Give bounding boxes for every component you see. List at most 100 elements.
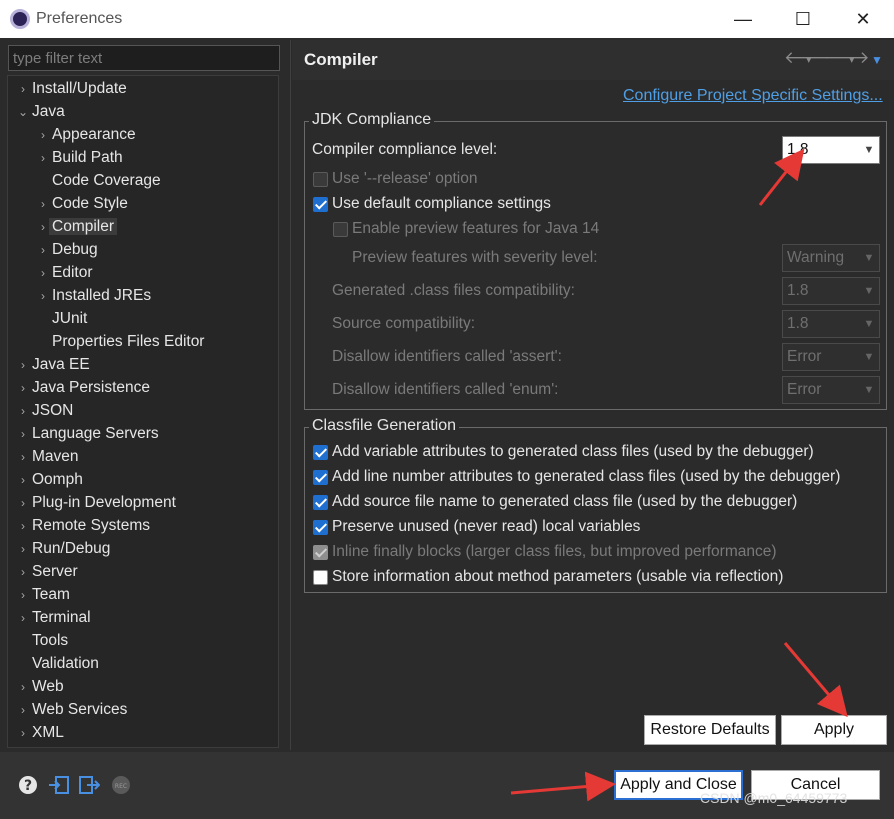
- collapsed-chevron-icon[interactable]: ›: [14, 423, 32, 446]
- tree-item-label: Editor: [52, 264, 93, 281]
- tree-item[interactable]: › Run/Debug: [14, 537, 110, 560]
- default-compliance-checkbox[interactable]: [313, 197, 328, 212]
- source-file-label: Add source file name to generated class …: [332, 493, 798, 510]
- back-history-dropdown-icon[interactable]: ▾: [806, 53, 812, 66]
- preferences-tree[interactable]: › Install/Update ⌄ Java › Appearance › Build Pa…: [7, 75, 279, 748]
- tree-item[interactable]: › Build Path: [34, 146, 123, 169]
- collapsed-chevron-icon[interactable]: ›: [14, 561, 32, 584]
- collapsed-chevron-icon[interactable]: ›: [14, 699, 32, 722]
- tree-item[interactable]: › Team: [14, 583, 70, 606]
- close-button[interactable]: ✕: [840, 6, 886, 32]
- collapsed-chevron-icon[interactable]: ›: [14, 584, 32, 607]
- generated-class-value: 1.8: [787, 282, 809, 299]
- split-divider[interactable]: [290, 40, 291, 750]
- collapsed-chevron-icon[interactable]: ›: [34, 193, 52, 216]
- collapsed-chevron-icon[interactable]: ›: [14, 607, 32, 630]
- collapsed-chevron-icon[interactable]: ›: [14, 469, 32, 492]
- line-number-checkbox[interactable]: [313, 470, 328, 485]
- source-file-checkbox[interactable]: [313, 495, 328, 510]
- tree-item[interactable]: Validation: [14, 652, 99, 675]
- collapsed-chevron-icon[interactable]: ›: [34, 285, 52, 308]
- preview-features-checkbox[interactable]: [333, 222, 348, 237]
- arrow-to-apply: [783, 642, 848, 718]
- tree-item[interactable]: › Maven: [14, 445, 79, 468]
- tree-item[interactable]: › Editor: [34, 261, 93, 284]
- collapsed-chevron-icon[interactable]: ›: [14, 354, 32, 377]
- expanded-chevron-icon[interactable]: ⌄: [14, 101, 32, 124]
- apply-button[interactable]: Apply: [781, 715, 887, 745]
- jdk-compliance-label: JDK Compliance: [309, 111, 435, 129]
- tree-item-label: Server: [32, 563, 78, 580]
- collapsed-chevron-icon[interactable]: ›: [14, 676, 32, 699]
- collapsed-chevron-icon[interactable]: ›: [14, 492, 32, 515]
- configure-project-settings-link[interactable]: Configure Project Specific Settings...: [623, 87, 883, 105]
- collapsed-chevron-icon[interactable]: ›: [14, 538, 32, 561]
- tree-item-label: Install/Update: [32, 80, 127, 97]
- collapsed-chevron-icon[interactable]: ›: [14, 377, 32, 400]
- tree-item[interactable]: › Terminal: [14, 606, 91, 629]
- tree-item[interactable]: Code Coverage: [34, 169, 161, 192]
- collapsed-chevron-icon[interactable]: ›: [14, 78, 32, 101]
- tree-item[interactable]: › Language Servers: [14, 422, 159, 445]
- collapsed-chevron-icon[interactable]: ›: [14, 446, 32, 469]
- assert-select[interactable]: Error ▼: [782, 343, 880, 371]
- tree-item-label: Code Style: [52, 195, 128, 212]
- page-title: Compiler: [304, 50, 378, 69]
- source-compat-select[interactable]: 1.8 ▼: [782, 310, 880, 338]
- compliance-level-select[interactable]: 1.8 ▼: [782, 136, 880, 164]
- tree-item[interactable]: › XML: [14, 721, 64, 744]
- method-parameters-checkbox[interactable]: [313, 570, 328, 585]
- severity-select[interactable]: Warning ▼: [782, 244, 880, 272]
- tree-item[interactable]: Properties Files Editor: [34, 330, 204, 353]
- tree-item[interactable]: › Web Services: [14, 698, 127, 721]
- import-icon[interactable]: [48, 775, 70, 795]
- forward-arrow-icon[interactable]: 🡒: [824, 48, 870, 68]
- tree-item[interactable]: › Compiler: [34, 215, 118, 238]
- line-number-label: Add line number attributes to generated …: [332, 468, 841, 485]
- help-icon[interactable]: ?: [17, 775, 39, 795]
- filter-input[interactable]: [8, 45, 280, 71]
- generated-class-select[interactable]: 1.8 ▼: [782, 277, 880, 305]
- collapsed-chevron-icon[interactable]: ›: [34, 124, 52, 147]
- collapsed-chevron-icon[interactable]: ›: [14, 515, 32, 538]
- tree-item[interactable]: › Java Persistence: [14, 376, 150, 399]
- tree-item[interactable]: › Server: [14, 560, 78, 583]
- tree-item[interactable]: ⌄ Java: [14, 100, 65, 123]
- enum-select[interactable]: Error ▼: [782, 376, 880, 404]
- export-icon[interactable]: [78, 775, 101, 795]
- tree-item[interactable]: JUnit: [34, 307, 87, 330]
- enum-value: Error: [787, 381, 822, 398]
- collapsed-chevron-icon[interactable]: ›: [14, 722, 32, 745]
- tree-item[interactable]: › Appearance: [34, 123, 136, 146]
- preserve-unused-checkbox[interactable]: [313, 520, 328, 535]
- compliance-level-value: 1.8: [787, 141, 809, 158]
- collapsed-chevron-icon[interactable]: ›: [34, 262, 52, 285]
- tree-item[interactable]: Tools: [14, 629, 68, 652]
- tree-item-label: XML: [32, 724, 64, 741]
- minimize-button[interactable]: —: [720, 6, 766, 32]
- tree-item[interactable]: › Java EE: [14, 353, 90, 376]
- collapsed-chevron-icon[interactable]: ›: [34, 239, 52, 262]
- maximize-button[interactable]: ☐: [780, 6, 826, 32]
- view-menu-icon[interactable]: ▼: [871, 53, 883, 67]
- forward-history-dropdown-icon[interactable]: ▾: [849, 53, 855, 66]
- variable-attributes-checkbox[interactable]: [313, 445, 328, 460]
- tree-item[interactable]: › Code Style: [34, 192, 128, 215]
- restore-defaults-button[interactable]: Restore Defaults: [644, 715, 776, 745]
- collapsed-chevron-icon[interactable]: ›: [34, 147, 52, 170]
- tree-item[interactable]: › Install/Update: [14, 77, 127, 100]
- tree-item[interactable]: › Installed JREs: [34, 284, 151, 307]
- collapsed-chevron-icon[interactable]: ›: [14, 400, 32, 423]
- tree-item-label: Maven: [32, 448, 79, 465]
- inline-finally-checkbox[interactable]: [313, 545, 328, 560]
- tree-item[interactable]: › Web: [14, 675, 64, 698]
- tree-item[interactable]: › Debug: [34, 238, 98, 261]
- tree-item[interactable]: › Oomph: [14, 468, 83, 491]
- release-option-checkbox[interactable]: [313, 172, 328, 187]
- tree-item[interactable]: › Plug-in Development: [14, 491, 176, 514]
- tree-item[interactable]: › JSON: [14, 399, 73, 422]
- tree-item-label: Appearance: [52, 126, 136, 143]
- tree-item[interactable]: › Remote Systems: [14, 514, 150, 537]
- csdn-watermark: CSDN @m0_64459773: [700, 790, 848, 806]
- record-icon[interactable]: REC: [110, 775, 132, 795]
